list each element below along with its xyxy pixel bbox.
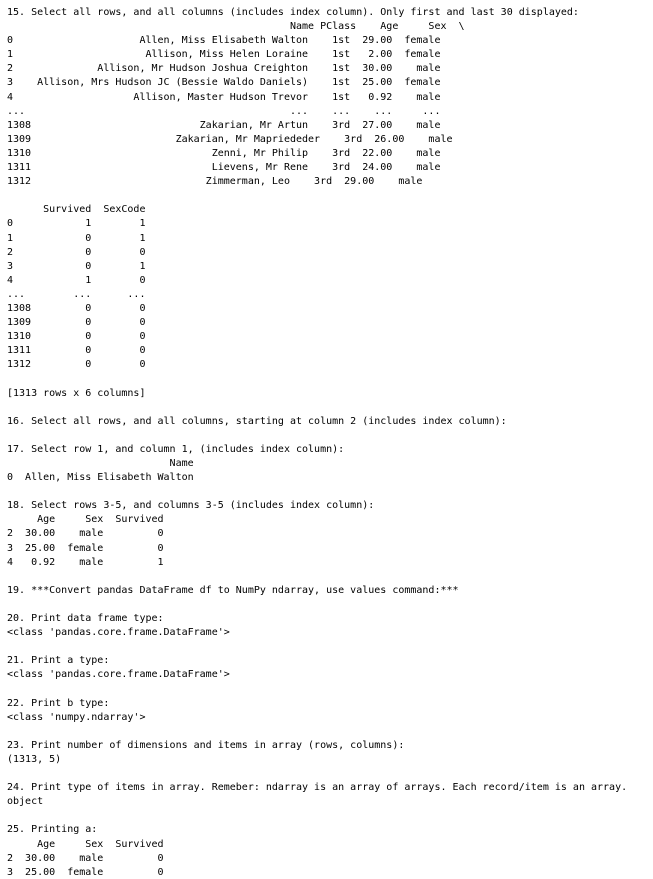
output-line: object [7,796,44,808]
output-line: 4 0.92 male 1 [7,556,164,568]
output-line: 17. Select row 1, and column 1, (include… [7,443,345,455]
output-line: 1311 0 0 [7,345,146,357]
output-line: 1308 Zakarian, Mr Artun 3rd 27.00 male [7,119,441,131]
output-line: Survived SexCode [7,204,146,216]
output-line: 1311 Lievens, Mr Rene 3rd 24.00 male [7,162,441,174]
output-line: 1309 Zakarian, Mr Mapriededer 3rd 26.00 … [7,133,453,145]
output-line: 0 Allen, Miss Elisabeth Walton [7,472,194,484]
output-line: 16. Select all rows, and all columns, st… [7,415,507,427]
output-line: (1313, 5) [7,753,62,765]
output-line: 2 30.00 male 0 [7,528,164,540]
output-line: 0 Allen, Miss Elisabeth Walton 1st 29.00… [7,35,441,47]
output-line: 23. Print number of dimensions and items… [7,739,405,751]
output-line: 1312 Zimmerman, Leo 3rd 29.00 male [7,176,423,188]
output-line: 15. Select all rows, and all columns (in… [7,7,579,18]
output-line: ... ... ... [7,288,146,300]
output-line: 21. Print a type: [7,655,110,667]
output-line: 19. ***Convert pandas DataFrame df to Nu… [7,584,459,596]
output-line: 22. Print b type: [7,697,110,709]
output-line: <class 'pandas.core.frame.DataFrame'> [7,627,230,639]
output-line: 1309 0 0 [7,317,146,329]
output-line: 20. Print data frame type: [7,613,164,625]
output-line: 24. Print type of items in array. Remebe… [7,782,628,794]
output-line: 2 0 0 [7,246,146,258]
output-line: 3 0 1 [7,260,146,272]
output-line: ... ... ... ... ... [7,105,441,117]
output-line: Age Sex Survived [7,514,164,526]
output-line: 1308 0 0 [7,302,146,314]
output-line: 4 Allison, Master Hudson Trevor 1st 0.92… [7,91,441,103]
output-line: 25. Printing a: [7,824,98,836]
output-line: Age Sex Survived [7,838,164,850]
output-line: <class 'pandas.core.frame.DataFrame'> [7,669,230,681]
output-line: 4 1 0 [7,274,146,286]
output-line: Name PClass Age Sex \ [7,21,465,33]
output-line: 1310 0 0 [7,331,146,343]
output-line: 0 1 1 [7,218,146,230]
output-line: 3 25.00 female 0 [7,866,164,878]
output-line: Name [7,458,194,469]
output-line: 2 Allison, Mr Hudson Joshua Creighton 1s… [7,63,441,75]
output-line: 1312 0 0 [7,359,146,371]
output-line: 1 Allison, Miss Helen Loraine 1st 2.00 f… [7,49,441,61]
output-line: 1310 Zenni, Mr Philip 3rd 22.00 male [7,147,441,159]
console-output: 15. Select all rows, and all columns (in… [0,0,653,879]
output-line: [1313 rows x 6 columns] [7,387,146,399]
output-line: 1 0 1 [7,232,146,244]
output-line: 3 Allison, Mrs Hudson JC (Bessie Waldo D… [7,77,441,89]
output-line: 3 25.00 female 0 [7,542,164,554]
output-line: <class 'numpy.ndarray'> [7,711,146,723]
output-line: 18. Select rows 3-5, and columns 3-5 (in… [7,500,375,512]
output-line: 2 30.00 male 0 [7,852,164,864]
